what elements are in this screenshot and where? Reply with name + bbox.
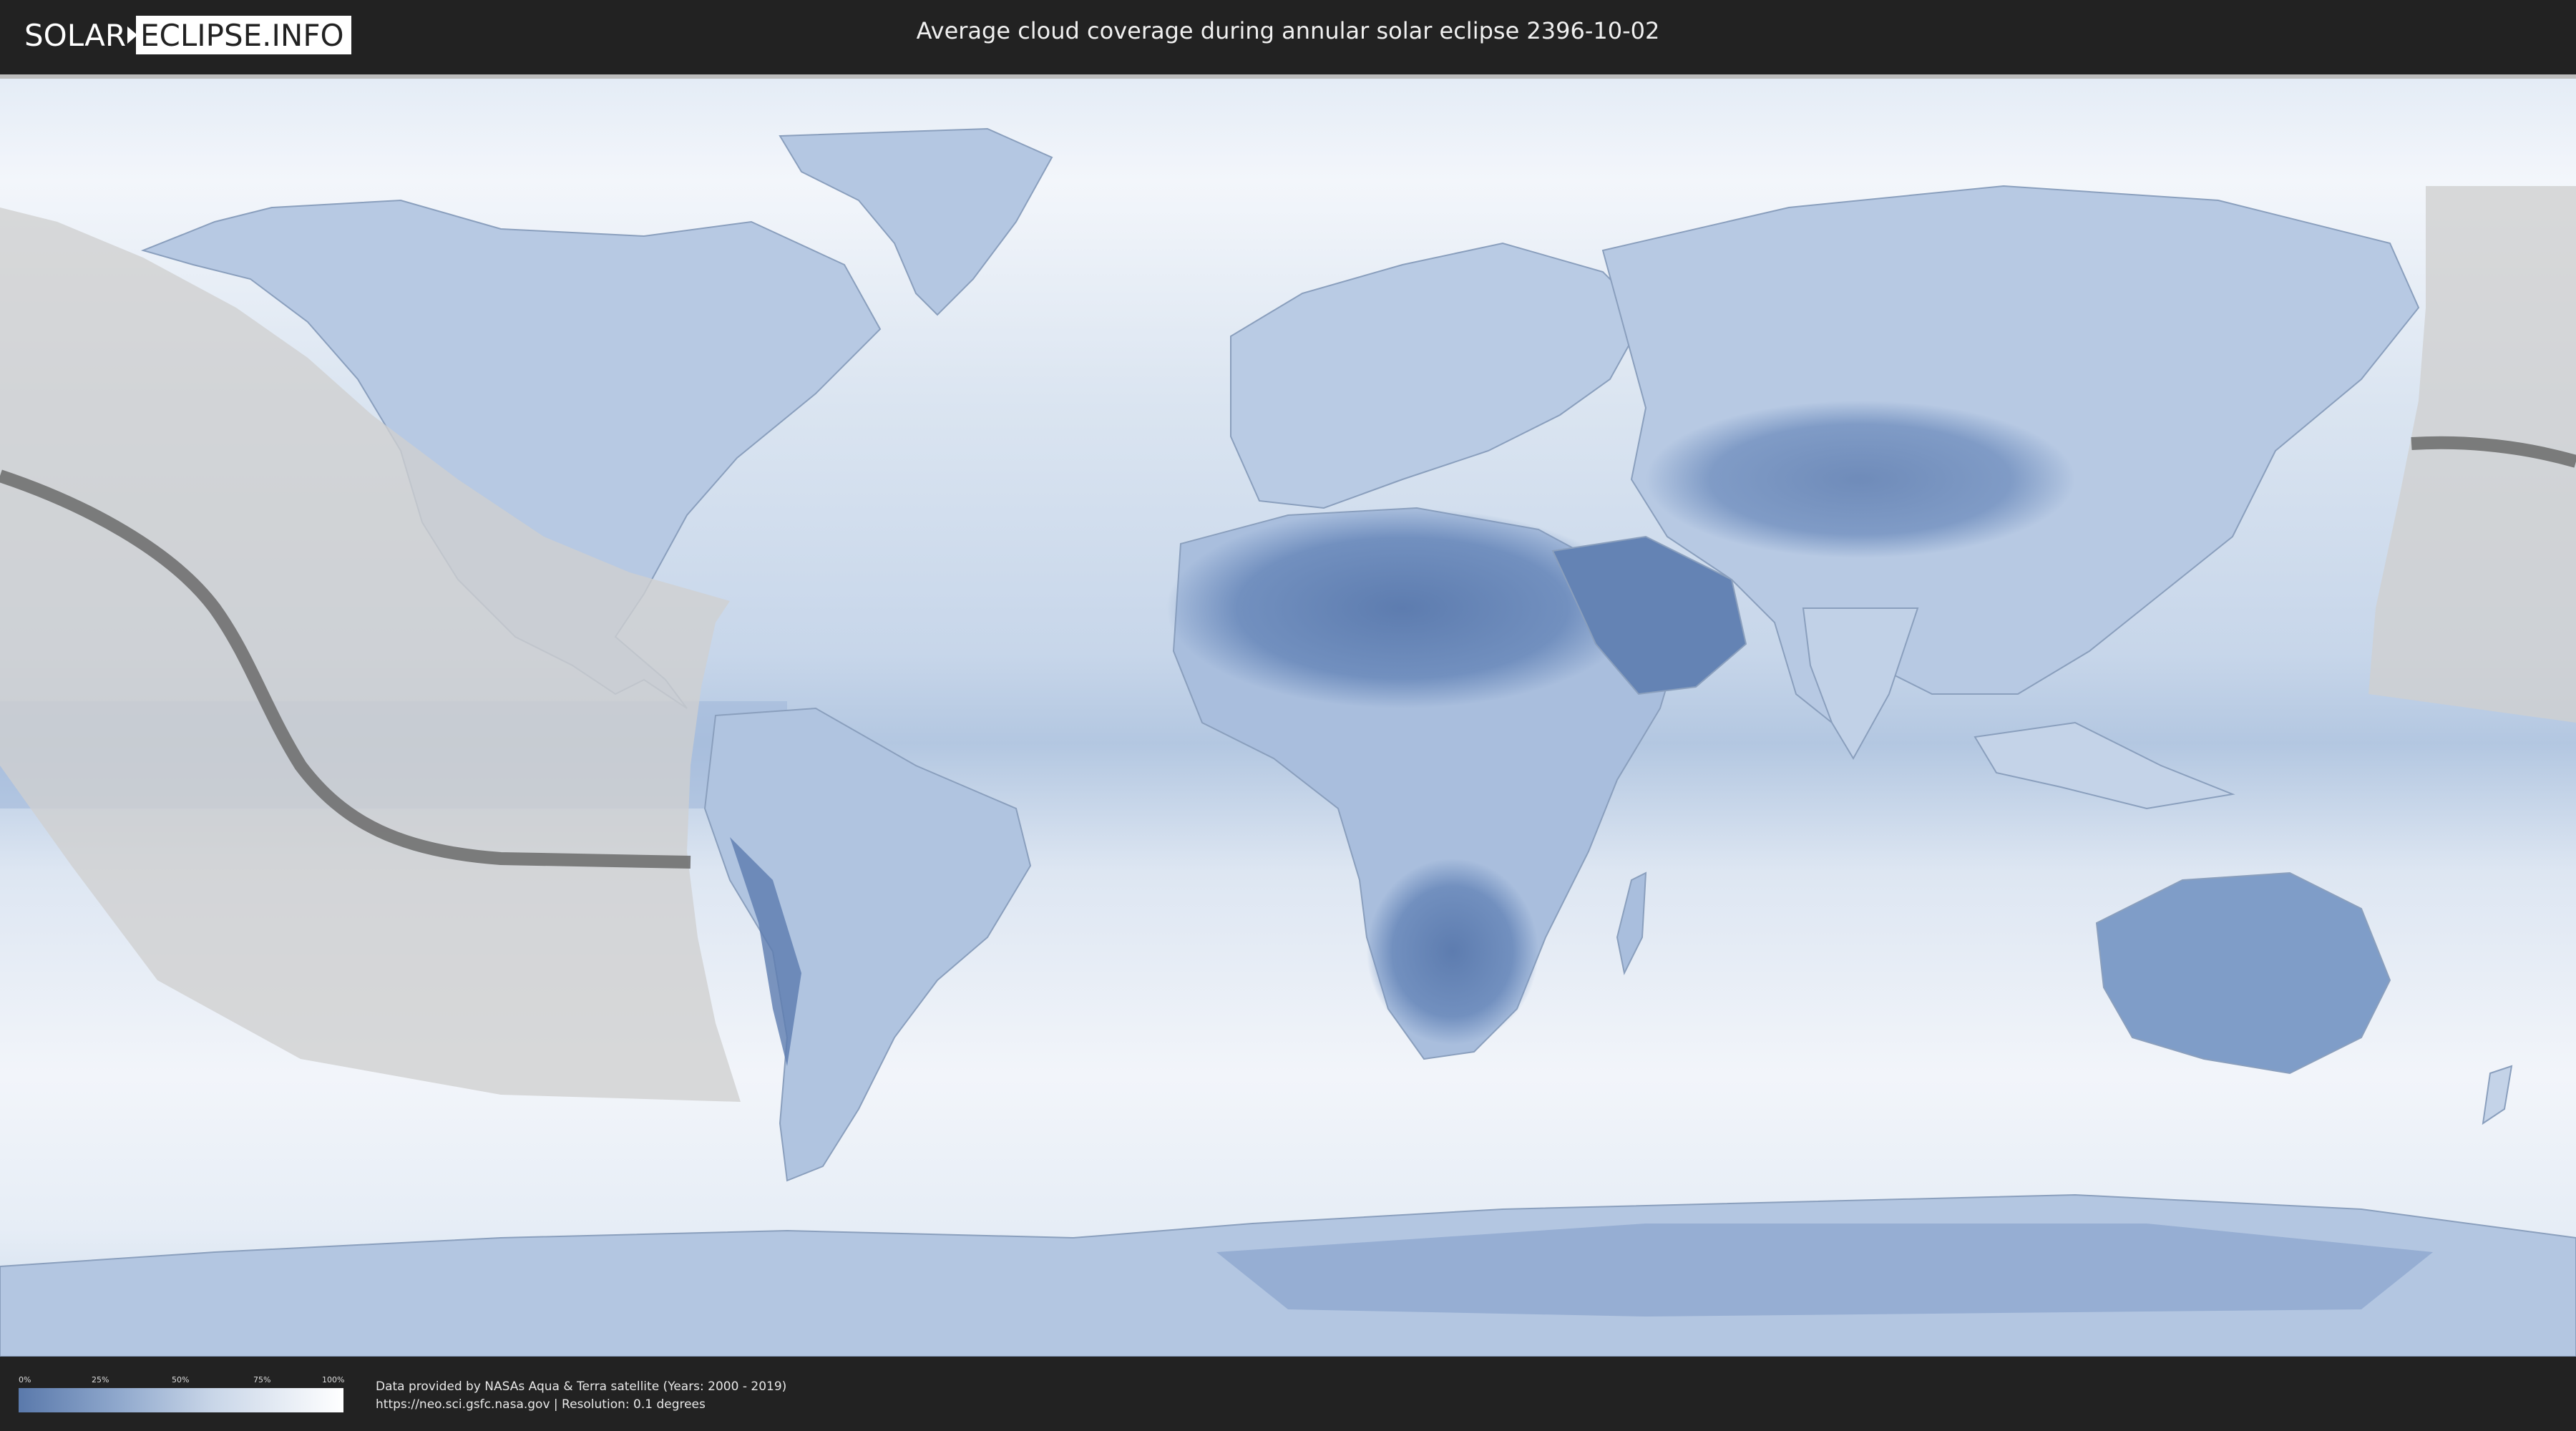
legend-tick-50: 50% bbox=[172, 1375, 190, 1384]
legend-tick-75: 75% bbox=[253, 1375, 271, 1384]
map-svg bbox=[0, 79, 2576, 1357]
cloud-coverage-map[interactable] bbox=[0, 74, 2576, 1357]
legend-color-bar bbox=[19, 1388, 343, 1412]
page-title: Average cloud coverage during annular so… bbox=[916, 17, 1660, 44]
legend-tick-100: 100% bbox=[322, 1375, 345, 1384]
central-asia-clear-sky bbox=[1646, 401, 2075, 558]
legend-ticks: 0% 25% 50% 75% 100% bbox=[19, 1375, 345, 1387]
header-bar: SOLAR ECLIPSE.INFO Average cloud coverag… bbox=[0, 0, 2576, 72]
cloud-coverage-legend: 0% 25% 50% 75% 100% bbox=[19, 1375, 345, 1412]
sahara-clear-sky bbox=[1166, 508, 1639, 708]
legend-tick-25: 25% bbox=[92, 1375, 109, 1384]
legend-tick-0: 0% bbox=[19, 1375, 31, 1384]
credit-line-url[interactable]: https://neo.sci.gsfc.nasa.gov | Resoluti… bbox=[376, 1396, 786, 1414]
credit-line-source: Data provided by NASAs Aqua & Terra sate… bbox=[376, 1379, 787, 1394]
southern-africa-clear-sky bbox=[1367, 859, 1538, 1045]
data-credits: Data provided by NASAs Aqua & Terra sate… bbox=[376, 1378, 786, 1414]
